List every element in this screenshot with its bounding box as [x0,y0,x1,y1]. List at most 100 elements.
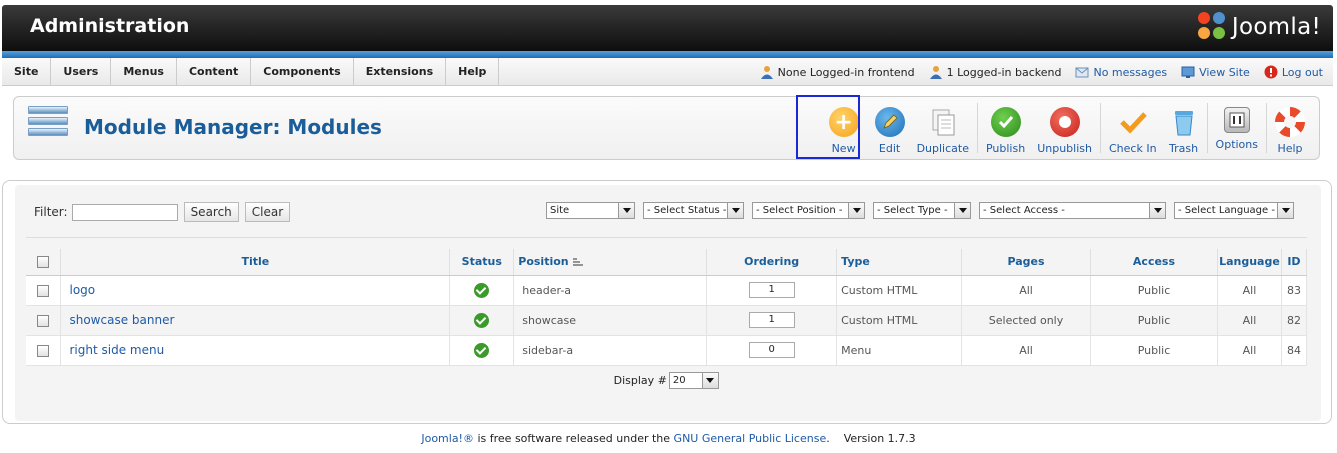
status-cell [449,335,515,366]
display-limit-select[interactable]: 20 [668,371,719,389]
pencil-icon [874,107,905,137]
table-row: showcase banner showcase 1 Custom HTML S… [26,305,1308,336]
search-button[interactable]: Search [183,202,239,222]
menu-components[interactable]: Components [251,58,354,86]
language-select[interactable]: - Select Language - [1174,202,1294,219]
new-button[interactable]: + New [819,99,869,157]
site-select[interactable]: Site [546,202,635,219]
display-limit: Display # 20 [26,371,1307,389]
ordering-input[interactable]: 0 [748,342,795,358]
frontend-users-label: None Logged-in frontend [777,65,915,79]
menu-content[interactable]: Content [177,58,252,86]
col-position-label: Position [518,255,569,269]
clear-button[interactable]: Clear [244,202,291,222]
row-checkbox[interactable] [37,314,50,327]
joomla-logo-icon [1197,12,1228,42]
edit-button[interactable]: Edit [869,99,911,157]
display-limit-value: 20 [672,374,686,386]
status-cell [449,275,515,306]
col-position[interactable]: Position [513,249,708,276]
table-row: right side menu sidebar-a 0 Menu All Pub… [26,335,1308,366]
header-accent-bar [2,51,1333,58]
filter-label: Filter: [34,205,68,219]
checkin-button[interactable]: Check In [1103,99,1163,157]
menu-site[interactable]: Site [2,58,52,86]
table-row: logo header-a 1 Custom HTML All Public A… [26,275,1308,306]
menu-bar: Site Users Menus Content Components Exte… [2,58,1333,86]
view-site-link[interactable]: View Site [1181,65,1250,79]
menu-help[interactable]: Help [446,58,500,86]
row-checkbox[interactable] [37,344,50,357]
published-icon[interactable] [474,342,490,358]
help-button[interactable]: Help [1269,99,1311,157]
col-pages[interactable]: Pages [961,249,1091,276]
duplicate-label: Duplicate [916,142,969,155]
ordering-input[interactable]: 1 [748,282,795,298]
footer-text: is free software released under the [473,432,674,445]
filter-bar: Filter: Search Clear [34,202,291,222]
checkin-icon [1118,107,1148,137]
row-checkbox[interactable] [37,284,50,297]
col-id[interactable]: ID [1281,249,1308,276]
published-icon[interactable] [474,312,490,328]
plus-icon: + [828,107,859,137]
position-cell: showcase [513,305,708,336]
select-all-checkbox[interactable] [37,256,50,269]
module-title-link[interactable]: right side menu [61,343,164,357]
title-cell: right side menu [60,335,451,366]
module-title-link[interactable]: showcase banner [61,313,174,327]
page-footer: Joomla!® is free software released under… [0,432,1337,445]
col-status[interactable]: Status [449,249,515,276]
menu-menus[interactable]: Menus [111,58,177,86]
status-select[interactable]: - Select Status - [643,202,744,219]
language-cell: All [1217,305,1282,336]
messages-link[interactable]: No messages [1075,65,1167,79]
toolbar-separator [1266,103,1267,153]
toolbar: + New Edit Duplicate Publish Unpublish C… [819,99,1311,157]
module-title-link[interactable]: logo [61,283,95,297]
duplicate-button[interactable]: Duplicate [911,99,975,157]
chevron-down-icon [618,203,634,218]
pagination-row: Display # 20 [26,364,1307,395]
joomla-link[interactable]: Joomla!® [421,432,474,445]
messages-label: No messages [1093,65,1168,79]
col-type[interactable]: Type [836,249,963,276]
title-cell: showcase banner [60,305,451,336]
published-icon[interactable] [474,282,490,298]
col-access[interactable]: Access [1090,249,1218,276]
unpublish-button[interactable]: Unpublish [1031,99,1098,157]
access-select[interactable]: - Select Access - [979,202,1166,219]
col-ordering[interactable]: Ordering [706,249,838,276]
col-language[interactable]: Language [1217,249,1282,276]
logout-label: Log out [1281,65,1323,79]
options-button[interactable]: Options [1210,99,1264,157]
pages-cell: Selected only [961,305,1091,336]
ordering-input[interactable]: 1 [748,312,795,328]
position-cell: header-a [513,275,708,306]
language-cell: All [1217,275,1282,306]
joomla-logo: Joomla! [1197,12,1321,42]
title-cell: logo [60,275,451,306]
logout-link[interactable]: Log out [1264,65,1323,79]
col-title[interactable]: Title [60,249,451,276]
position-select[interactable]: - Select Position - [752,202,865,219]
filter-input[interactable] [71,203,178,221]
language-cell: All [1217,335,1282,366]
toolbar-separator [1099,103,1101,153]
license-link[interactable]: GNU General Public License [674,432,827,445]
row-select-cell [26,275,62,306]
menu-extensions[interactable]: Extensions [354,58,447,86]
sort-icon [573,258,584,266]
options-label: Options [1215,138,1258,151]
menu-users[interactable]: Users [51,58,112,86]
publish-button[interactable]: Publish [980,99,1031,157]
monitor-icon [1181,66,1195,78]
chevron-down-icon [848,203,864,218]
display-label: Display # [613,373,667,387]
type-select[interactable]: - Select Type - [873,202,971,219]
site-select-value: Site [550,205,570,216]
checkin-label: Check In [1108,142,1157,155]
trash-button[interactable]: Trash [1163,99,1205,157]
page-title: Module Manager: Modules [84,115,382,139]
status-bar: None Logged-in frontend 1 Logged-in back… [760,58,1323,86]
